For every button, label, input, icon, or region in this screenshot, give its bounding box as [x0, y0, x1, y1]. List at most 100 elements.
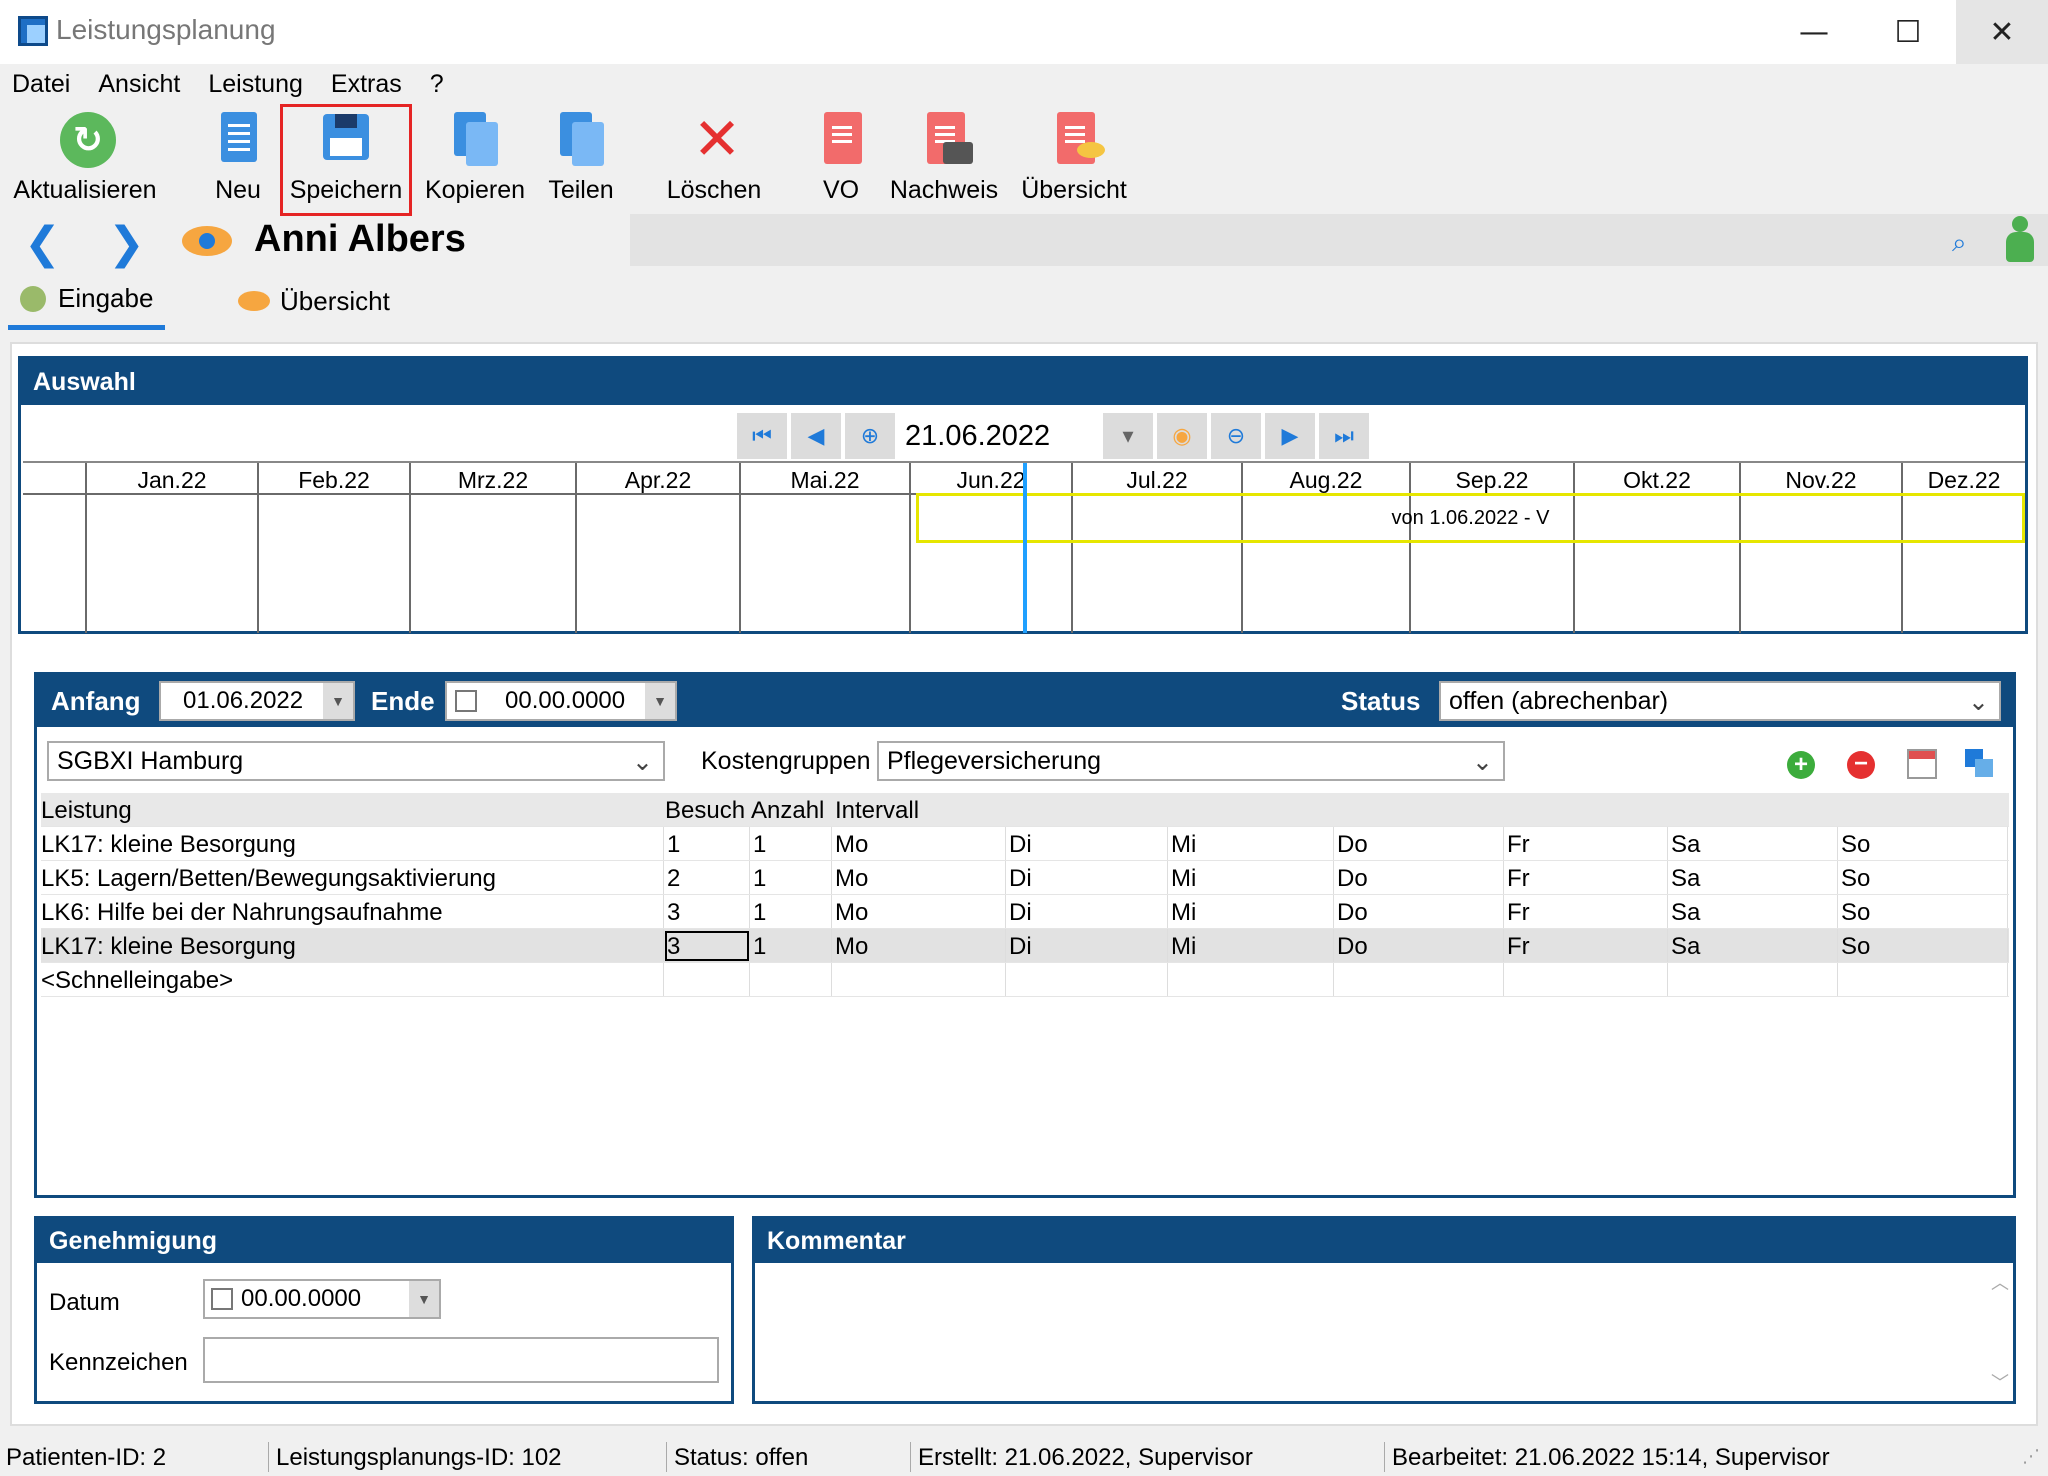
cell-day[interactable]: Mo — [835, 865, 868, 893]
cell-day[interactable]: Fr — [1507, 933, 1530, 961]
cell-day[interactable]: Di — [1009, 899, 1032, 927]
date-dropdown-icon[interactable]: ▾ — [1103, 413, 1153, 459]
cell-day[interactable]: Sa — [1671, 865, 1700, 893]
next-icon[interactable]: ▶ — [1265, 413, 1315, 459]
vo-label: VO — [822, 176, 860, 204]
teilen-button[interactable]: Teilen — [538, 104, 624, 210]
menu-ansicht[interactable]: Ansicht — [98, 70, 180, 99]
ende-value: 00.00.0000 — [505, 687, 626, 714]
plan-period-bar[interactable]: von 1.06.2022 - V — [916, 493, 2025, 543]
datum-field[interactable]: 00.00.0000 ▼ — [203, 1279, 441, 1319]
datum-checkbox[interactable] — [211, 1288, 233, 1310]
remove-icon[interactable]: − — [1847, 751, 1875, 779]
zoom-in-icon[interactable]: ⊕ — [845, 413, 895, 459]
cell-day[interactable]: Di — [1009, 831, 1032, 859]
cell-day[interactable]: Do — [1337, 933, 1368, 961]
cell-day[interactable]: Di — [1009, 865, 1032, 893]
tab-eingabe[interactable]: Eingabe — [8, 272, 166, 330]
chevron-down-icon[interactable]: ▼ — [323, 683, 353, 719]
timeline: Jan.22 Feb.22 Mrz.22 Apr.22 Mai.22 Jun.2… — [23, 461, 2025, 633]
cell-anzahl[interactable]: 1 — [753, 865, 766, 893]
cell-day[interactable]: Fr — [1507, 899, 1530, 927]
kostengruppen-select[interactable]: Pflegeversicherung ⌄ — [877, 741, 1505, 781]
katalog-select[interactable]: SGBXI Hamburg ⌄ — [47, 741, 665, 781]
loeschen-button[interactable]: ✕ Löschen — [662, 104, 766, 210]
kommentar-textarea[interactable] — [757, 1265, 2011, 1399]
minimize-button[interactable]: — — [1768, 0, 1860, 64]
chevron-down-icon[interactable]: ▼ — [645, 683, 675, 719]
cell-leistung[interactable]: LK17: kleine Besorgung — [41, 831, 296, 859]
zoom-out-icon[interactable]: ⊖ — [1211, 413, 1261, 459]
resize-grip-icon[interactable]: ⋰ — [2022, 1446, 2040, 1467]
table-row[interactable]: LK17: kleine Besorgung 1 1 Mo Di Mi Do Fr Sa So — [41, 827, 2009, 861]
cell-anzahl[interactable]: 1 — [753, 899, 766, 927]
calendar-search-icon[interactable] — [1907, 749, 1937, 779]
cell-day[interactable]: Di — [1009, 933, 1032, 961]
cell-day[interactable]: Mo — [835, 831, 868, 859]
close-button[interactable]: ✕ — [1956, 0, 2048, 64]
cell-day[interactable]: So — [1841, 865, 1870, 893]
cell-day[interactable]: Mi — [1171, 831, 1196, 859]
vo-button[interactable]: VO — [814, 104, 868, 210]
cell-day[interactable]: Mo — [835, 899, 868, 927]
eye-icon[interactable]: ◉ — [1157, 413, 1207, 459]
aktualisieren-button[interactable]: ↻ Aktualisieren — [10, 104, 160, 210]
quick-entry-row[interactable]: <Schnelleingabe> — [41, 963, 2009, 997]
menu-leistung[interactable]: Leistung — [208, 70, 303, 99]
table-row[interactable]: LK6: Hilfe bei der Nahrungsaufnahme 3 1 Mo D… — [41, 895, 2009, 929]
cell-leistung[interactable]: LK5: Lagern/Betten/Bewegungsaktivierung — [41, 865, 496, 893]
cell-day[interactable]: Sa — [1671, 933, 1700, 961]
uebersicht-button[interactable]: Übersicht — [1016, 104, 1132, 210]
previous-icon[interactable]: ◀ — [791, 413, 841, 459]
search-icon[interactable]: ⌕ — [1952, 228, 1967, 259]
table-row[interactable]: LK5: Lagern/Betten/Bewegungsaktivierung 2… — [41, 861, 2009, 895]
cell-day[interactable]: Mo — [835, 933, 868, 961]
cell-day[interactable]: Mi — [1171, 933, 1196, 961]
cell-day[interactable]: Do — [1337, 831, 1368, 859]
cell-besuch[interactable]: 2 — [667, 865, 680, 893]
cell-day[interactable]: Mi — [1171, 899, 1196, 927]
cell-leistung[interactable]: LK17: kleine Besorgung — [41, 933, 296, 961]
pencil-icon — [20, 285, 46, 312]
cell-day[interactable]: So — [1841, 899, 1870, 927]
status-plan-id: Leistungsplanungs-ID: 102 — [276, 1444, 562, 1471]
chevron-down-icon[interactable]: ▼ — [409, 1281, 439, 1317]
kennzeichen-input[interactable] — [203, 1337, 719, 1383]
cell-day[interactable]: So — [1841, 831, 1870, 859]
anfang-field[interactable]: 01.06.2022 ▼ — [159, 681, 355, 721]
cell-besuch[interactable]: 3 — [665, 931, 749, 961]
cell-day[interactable]: Fr — [1507, 831, 1530, 859]
last-icon[interactable]: ⏭ — [1319, 413, 1369, 459]
nachweis-button[interactable]: Nachweis — [886, 104, 1002, 210]
cell-anzahl[interactable]: 1 — [753, 933, 766, 961]
cell-day[interactable]: So — [1841, 933, 1870, 961]
menu-datei[interactable]: Datei — [12, 70, 70, 99]
cell-day[interactable]: Sa — [1671, 831, 1700, 859]
cell-besuch[interactable]: 3 — [667, 899, 680, 927]
cell-day[interactable]: Sa — [1671, 899, 1700, 927]
ende-checkbox[interactable] — [455, 690, 477, 712]
ende-field[interactable]: 00.00.0000 ▼ — [445, 681, 677, 721]
tab-uebersicht[interactable]: Übersicht — [226, 272, 402, 330]
cell-besuch[interactable]: 1 — [667, 831, 680, 859]
scroll-up-icon[interactable]: ︿ — [1991, 1269, 2009, 1295]
status-select[interactable]: offen (abrechenbar) ⌄ — [1439, 681, 2001, 721]
cell-day[interactable]: Mi — [1171, 865, 1196, 893]
table-row[interactable]: LK17: kleine Besorgung 3 1 Mo Di Mi Do Fr Sa So — [41, 929, 2009, 963]
first-icon[interactable]: ⏮ — [737, 413, 787, 459]
menu-help[interactable]: ? — [430, 70, 444, 99]
add-icon[interactable]: + — [1787, 751, 1815, 779]
maximize-button[interactable]: ☐ — [1862, 0, 1954, 64]
cell-day[interactable]: Do — [1337, 865, 1368, 893]
menu-extras[interactable]: Extras — [331, 70, 402, 99]
neu-button[interactable]: Neu — [206, 104, 270, 210]
cell-day[interactable]: Fr — [1507, 865, 1530, 893]
copy-rows-icon[interactable] — [1965, 749, 1995, 779]
cell-day[interactable]: Do — [1337, 899, 1368, 927]
forward-icon[interactable]: ❯ — [108, 218, 145, 269]
cell-leistung[interactable]: LK6: Hilfe bei der Nahrungsaufnahme — [41, 899, 443, 927]
scroll-down-icon[interactable]: ﹀ — [1991, 1369, 2009, 1395]
back-icon[interactable]: ❮ — [24, 218, 61, 269]
cell-anzahl[interactable]: 1 — [753, 831, 766, 859]
kopieren-button[interactable]: Kopieren — [422, 104, 528, 210]
